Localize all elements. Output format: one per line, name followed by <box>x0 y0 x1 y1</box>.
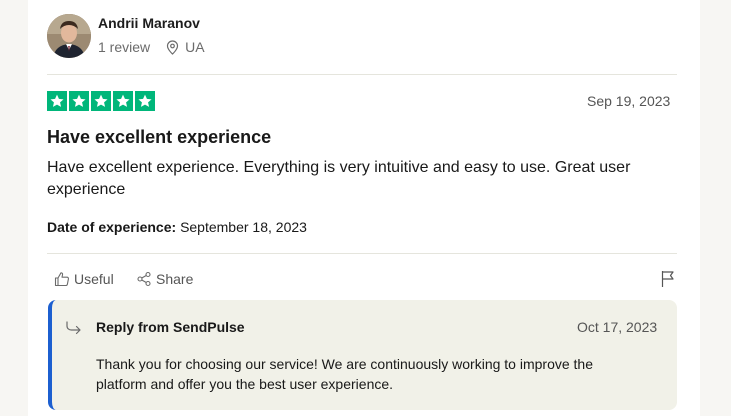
share-button[interactable]: Share <box>136 271 193 287</box>
useful-label: Useful <box>74 271 114 287</box>
page-background-left <box>0 0 28 416</box>
reply-body: Thank you for choosing our service! We a… <box>96 356 593 392</box>
author-location: UA <box>166 39 205 55</box>
author-meta: 1 review UA <box>98 39 205 55</box>
avatar[interactable] <box>47 14 91 58</box>
experience-date: September 18, 2023 <box>180 219 307 235</box>
star-icon <box>113 91 133 111</box>
star-icon <box>47 91 67 111</box>
review-body: Have excellent experience. Everything is… <box>47 159 631 198</box>
divider <box>47 74 677 75</box>
reply-date: Oct 17, 2023 <box>577 319 658 335</box>
reply-author: Reply from SendPulse <box>96 319 245 335</box>
share-icon <box>137 271 151 287</box>
author-name[interactable]: Andrii Maranov <box>98 15 200 31</box>
experience-label: Date of experience: <box>47 219 177 235</box>
review-card: Andrii Maranov 1 review UA Sep 19, 2023 … <box>28 0 700 416</box>
useful-button[interactable]: Useful <box>54 271 114 287</box>
company-reply: Reply from SendPulse Oct 17, 2023 Thank … <box>48 300 677 410</box>
location-pin-icon <box>167 39 179 55</box>
star-icon <box>135 91 155 111</box>
page-background-right <box>700 0 731 416</box>
review-date: Sep 19, 2023 <box>587 93 671 109</box>
star-rating <box>47 91 155 111</box>
report-button[interactable] <box>660 270 676 293</box>
star-icon <box>69 91 89 111</box>
thumbs-up-icon <box>54 272 69 287</box>
divider <box>47 253 677 254</box>
date-of-experience: Date of experience: September 18, 2023 <box>47 219 307 235</box>
reply-arrow-icon <box>66 321 81 335</box>
star-icon <box>91 91 111 111</box>
flag-icon <box>661 271 674 287</box>
review-count: 1 review <box>98 39 151 55</box>
review-title[interactable]: Have excellent experience <box>47 127 271 148</box>
share-label: Share <box>156 271 194 287</box>
author-country: UA <box>185 39 205 55</box>
